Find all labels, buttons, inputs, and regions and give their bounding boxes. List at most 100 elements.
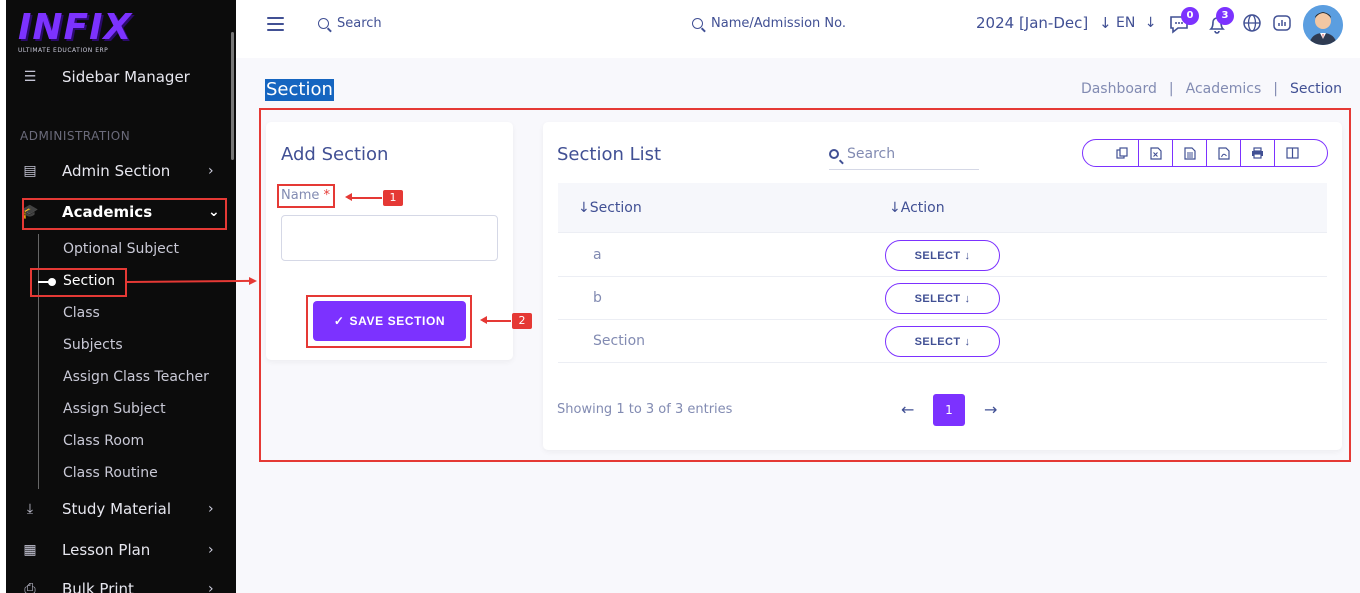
sort-arrow-icon: ↓ bbox=[578, 200, 590, 216]
name-admission-search[interactable]: Name/Admission No. bbox=[692, 16, 846, 31]
annotation-arrow-1 bbox=[348, 197, 382, 199]
analytics-icon[interactable] bbox=[1270, 13, 1294, 38]
annotation-arrowhead-1 bbox=[345, 193, 352, 201]
annotation-box-name bbox=[277, 184, 335, 208]
breadcrumb-dashboard[interactable]: Dashboard bbox=[1081, 81, 1157, 97]
table-header: ↓Section ↓Action bbox=[558, 183, 1327, 233]
table-row: b SELECT ↓ bbox=[558, 277, 1327, 320]
column-visibility-button[interactable] bbox=[1275, 140, 1309, 166]
breadcrumb-academics[interactable]: Academics bbox=[1186, 81, 1262, 97]
export-button-group bbox=[1082, 139, 1328, 167]
search-icon bbox=[692, 18, 703, 29]
sort-arrow-icon: ↓ bbox=[889, 200, 901, 216]
arrow-down-icon: ↓ bbox=[1099, 14, 1112, 32]
menu-icon: ☰ bbox=[23, 69, 37, 85]
section-name-input[interactable] bbox=[281, 215, 498, 261]
annotation-arrowhead-2 bbox=[480, 316, 487, 324]
annotation-box-save bbox=[306, 295, 472, 348]
search-icon bbox=[829, 148, 839, 159]
columns-icon bbox=[1285, 147, 1299, 159]
chevron-right-icon: › bbox=[208, 163, 214, 179]
sidebar-item-study-material[interactable]: ⤓ Study Material › bbox=[20, 500, 214, 518]
sidebar-subitem-assign-subject[interactable]: Assign Subject bbox=[63, 401, 166, 417]
header-search-label: Search bbox=[337, 16, 382, 31]
name-admission-label: Name/Admission No. bbox=[711, 16, 846, 31]
section-list-title: Section List bbox=[557, 144, 662, 165]
showing-entries-text: Showing 1 to 3 of 3 entries bbox=[557, 402, 733, 417]
arrow-down-icon: ↓ bbox=[1144, 15, 1157, 31]
user-avatar[interactable] bbox=[1303, 5, 1343, 45]
table-row: a SELECT ↓ bbox=[558, 234, 1327, 277]
language-label: EN bbox=[1116, 15, 1136, 31]
pdf-button[interactable] bbox=[1207, 140, 1241, 166]
sidebar-subitem-class-routine[interactable]: Class Routine bbox=[63, 465, 158, 481]
sidebar-item-label: Bulk Print bbox=[62, 580, 134, 593]
select-label: SELECT bbox=[914, 249, 961, 262]
annotation-box-section bbox=[30, 268, 127, 297]
excel-icon bbox=[1149, 146, 1162, 160]
list-search-field[interactable]: Search bbox=[829, 138, 979, 170]
hamburger-menu-icon[interactable] bbox=[267, 17, 284, 35]
annotation-number-1: 1 bbox=[383, 190, 403, 206]
sidebar-section-heading: ADMINISTRATION bbox=[20, 129, 131, 143]
previous-page-arrow-icon[interactable]: ← bbox=[901, 400, 914, 419]
breadcrumb: Dashboard | Academics | Section bbox=[1081, 81, 1342, 97]
breadcrumb-separator: | bbox=[1168, 81, 1174, 97]
logo[interactable]: INFIX ULTIMATE EDUCATION ERP bbox=[18, 10, 138, 60]
excel-button[interactable] bbox=[1139, 140, 1173, 166]
annotation-arrow-2 bbox=[483, 320, 511, 322]
sidebar-edge bbox=[0, 0, 6, 593]
annotation-arrowhead bbox=[249, 277, 257, 285]
sidebar-scrollbar[interactable] bbox=[231, 32, 234, 160]
header-search[interactable]: Search bbox=[318, 16, 382, 31]
select-label: SELECT bbox=[914, 292, 961, 305]
next-page-arrow-icon[interactable]: → bbox=[984, 400, 997, 419]
table-row: Section SELECT ↓ bbox=[558, 320, 1327, 363]
print-button[interactable] bbox=[1241, 140, 1275, 166]
sidebar-item-sidebar-manager[interactable]: ☰ Sidebar Manager bbox=[20, 68, 190, 86]
sidebar-item-admin-section[interactable]: ▤ Admin Section › bbox=[20, 162, 213, 180]
sidebar-subitem-optional-subject[interactable]: Optional Subject bbox=[63, 241, 179, 257]
admin-icon: ▤ bbox=[23, 163, 37, 179]
sidebar-item-label: Sidebar Manager bbox=[62, 68, 190, 86]
breadcrumb-section: Section bbox=[1289, 81, 1342, 97]
annotation-box-academics bbox=[22, 198, 227, 230]
list-icon: ▦ bbox=[23, 542, 37, 558]
sidebar-item-bulk-print[interactable]: ⎙ Bulk Print › bbox=[20, 580, 213, 593]
column-header-label: Section bbox=[589, 200, 642, 216]
breadcrumb-separator: | bbox=[1273, 81, 1278, 97]
sidebar-item-label: Study Material bbox=[62, 500, 172, 518]
chevron-right-icon: › bbox=[208, 542, 214, 558]
sidebar-subitem-subjects[interactable]: Subjects bbox=[63, 337, 123, 353]
section-cell: b bbox=[593, 290, 602, 306]
copy-button[interactable] bbox=[1105, 140, 1139, 166]
csv-icon bbox=[1183, 146, 1196, 160]
academic-year-label: 2024 [Jan-Dec] bbox=[976, 14, 1089, 32]
language-selector[interactable]: EN ↓ bbox=[1116, 15, 1157, 31]
chevron-right-icon: › bbox=[208, 581, 214, 593]
sidebar: INFIX ULTIMATE EDUCATION ERP ☰ Sidebar M… bbox=[0, 0, 236, 593]
sidebar-item-lesson-plan[interactable]: ▦ Lesson Plan › bbox=[20, 541, 213, 559]
select-label: SELECT bbox=[914, 335, 961, 348]
sidebar-subitem-assign-class-teacher[interactable]: Assign Class Teacher bbox=[63, 369, 209, 385]
download-icon: ⤓ bbox=[26, 501, 34, 517]
column-header-action[interactable]: ↓Action bbox=[889, 200, 945, 216]
sidebar-subitem-class-room[interactable]: Class Room bbox=[63, 433, 144, 449]
select-dropdown-button[interactable]: SELECT ↓ bbox=[885, 283, 1000, 314]
logo-text: INFIX bbox=[18, 7, 133, 48]
notification-badge: 3 bbox=[1216, 7, 1234, 25]
chevron-right-icon: › bbox=[208, 501, 214, 517]
sidebar-subitem-class[interactable]: Class bbox=[63, 305, 100, 321]
column-header-section[interactable]: ↓Section bbox=[578, 200, 642, 216]
column-header-label: Action bbox=[900, 200, 945, 216]
select-dropdown-button[interactable]: SELECT ↓ bbox=[885, 326, 1000, 357]
page-1-button[interactable]: 1 bbox=[933, 394, 965, 426]
select-dropdown-button[interactable]: SELECT ↓ bbox=[885, 240, 1000, 271]
arrow-down-icon: ↓ bbox=[964, 292, 971, 305]
search-icon bbox=[318, 18, 329, 29]
academic-year-selector[interactable]: 2024 [Jan-Dec] ↓ bbox=[976, 14, 1112, 32]
globe-icon[interactable] bbox=[1240, 13, 1264, 38]
printer-icon bbox=[1252, 147, 1263, 159]
csv-button[interactable] bbox=[1173, 140, 1207, 166]
logo-subtitle: ULTIMATE EDUCATION ERP bbox=[18, 47, 109, 54]
